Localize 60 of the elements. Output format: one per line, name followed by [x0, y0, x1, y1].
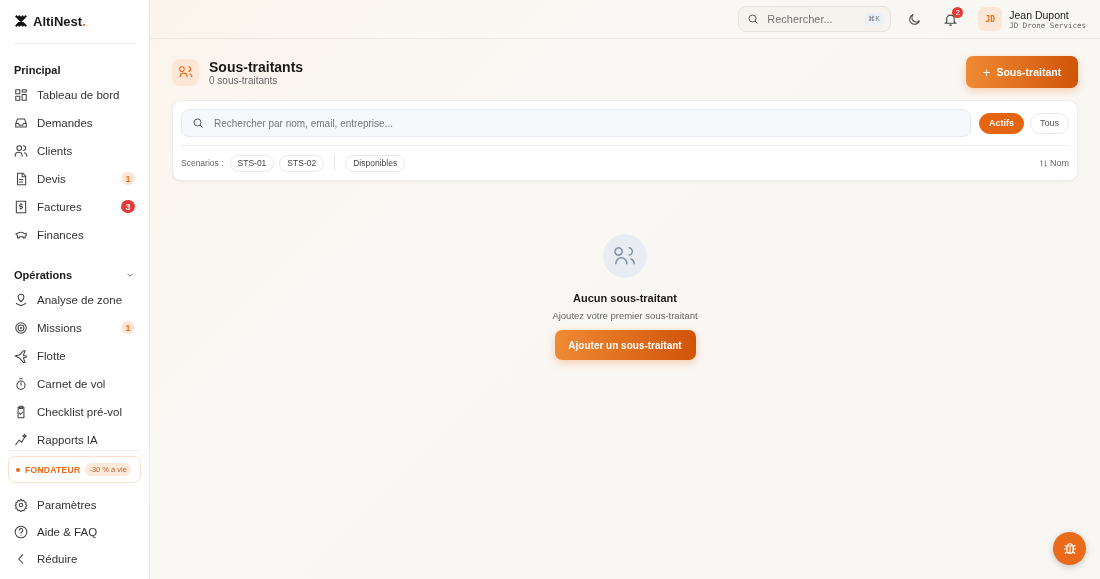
nav-item[interactable]: Checklist pré-vol [8, 397, 141, 426]
bell-icon[interactable] [943, 11, 959, 27]
count-badge: 1 [121, 172, 135, 186]
status-filter[interactable]: Tous [1030, 112, 1069, 134]
nav-icon [14, 320, 28, 335]
nav-item[interactable]: Devis 1 [8, 164, 141, 193]
nav-icon [14, 115, 28, 130]
bug-report-button[interactable] [1053, 532, 1086, 565]
sort-icon [1039, 158, 1048, 168]
founder-label: FONDATEUR [25, 464, 81, 475]
nav-item[interactable]: Demandes [8, 108, 141, 137]
nav-item[interactable]: Réduire [8, 545, 141, 573]
nav-item[interactable]: Rapports IA [8, 425, 141, 451]
nav-icon [14, 348, 28, 363]
nav-item[interactable]: Finances [8, 220, 141, 249]
moon-icon[interactable] [907, 11, 923, 27]
nav-item[interactable]: Tableau de bord [8, 80, 141, 109]
nav-icon [14, 525, 28, 540]
count-badge: 1 [121, 321, 135, 335]
nav-item[interactable]: Clients [8, 136, 141, 165]
people-icon [603, 234, 647, 278]
notification-badge: 2 [952, 6, 964, 18]
nav-icon [14, 432, 28, 447]
nav-item[interactable]: Factures 3 [8, 192, 141, 221]
search-icon [192, 117, 204, 129]
nav-item[interactable]: Flotte [8, 341, 141, 370]
section-title: Principal [14, 63, 61, 76]
empty-title: Aucun sous-traitant [573, 292, 677, 304]
nav-icon [14, 497, 28, 512]
dot-icon [16, 467, 20, 472]
section-title: Opérations [14, 268, 73, 281]
nav-item[interactable]: Analyse de zone [8, 285, 141, 314]
nav-icon [14, 87, 28, 102]
search-field[interactable]: Rechercher par nom, email, entreprise... [212, 116, 960, 130]
scenarios-label: Scenarios : [181, 158, 224, 168]
page-subtitle: 0 sous-traitants [209, 74, 279, 86]
brand-name: AltiNest. [33, 13, 86, 29]
availability-chip[interactable]: Disponibles [345, 154, 406, 172]
nav-icon [14, 376, 28, 391]
count-badge: 3 [121, 200, 135, 214]
scenario-chip[interactable]: STS-02 [279, 154, 325, 172]
nav-icon [14, 199, 28, 214]
nav-item[interactable]: Carnet de vol [8, 369, 141, 398]
user-name: Jean Dupont [1009, 8, 1069, 21]
nav-icon [14, 404, 28, 419]
logo-icon [14, 14, 28, 29]
empty-text: Ajoutez votre premier sous-traitant [552, 310, 698, 321]
nav-item[interactable]: Aide & FAQ [8, 518, 141, 546]
search-bar[interactable]: Rechercher par nom, email, entreprise... [181, 109, 971, 137]
sort-button[interactable]: Nom [1039, 158, 1069, 168]
people-icon [172, 58, 199, 86]
search-field[interactable]: Rechercher... [765, 12, 860, 26]
page-title: Sous-traitants [209, 58, 305, 75]
search-icon [747, 13, 760, 25]
nav-item[interactable]: Missions 1 [8, 313, 141, 342]
nav-icon [14, 171, 28, 186]
nav-item[interactable]: Paramètres [8, 491, 141, 519]
scenario-chip[interactable]: STS-01 [229, 154, 275, 172]
nav-icon [14, 292, 28, 307]
nav-icon [14, 143, 28, 158]
